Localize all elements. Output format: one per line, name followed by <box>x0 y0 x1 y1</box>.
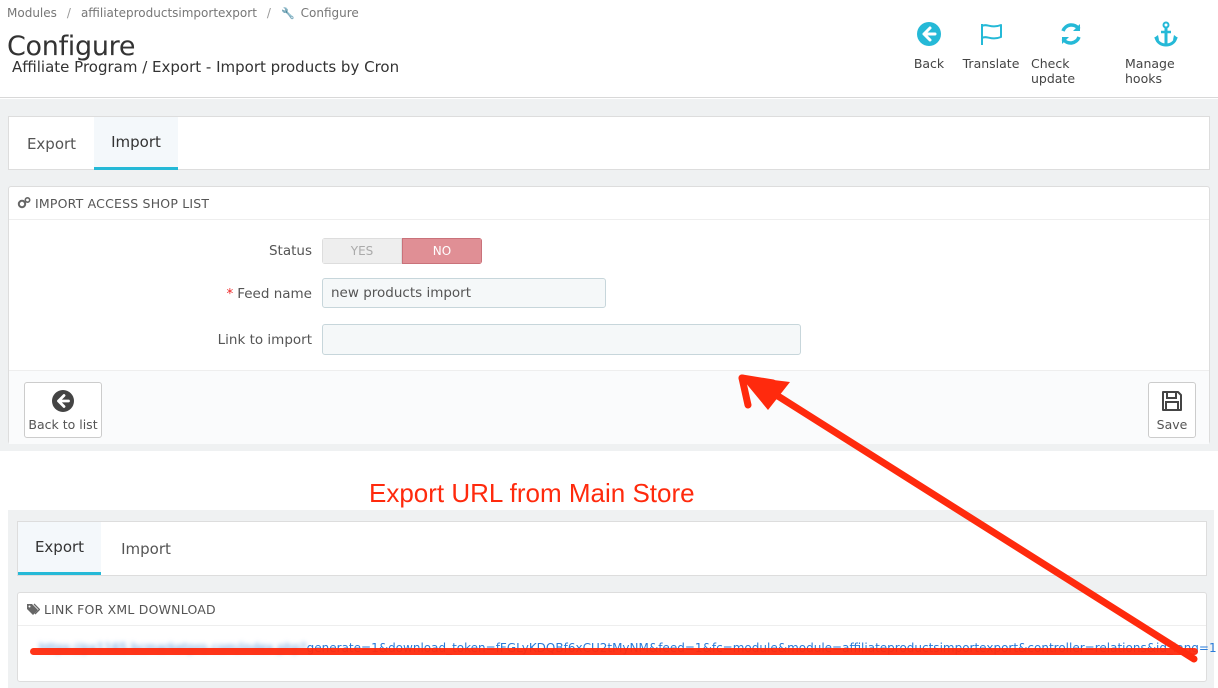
breadcrumb-modules[interactable]: Modules <box>7 6 57 20</box>
tab-export[interactable]: Export <box>18 522 101 575</box>
tabs-bottom: Export Import <box>17 521 1207 576</box>
breadcrumb-separator: / <box>66 6 71 20</box>
check-update-button[interactable]: Check update <box>1024 20 1118 86</box>
refresh-icon <box>1061 23 1081 45</box>
page-header: Modules / affiliateproductsimportexport … <box>0 0 1218 98</box>
check-update-label: Check update <box>1031 56 1076 86</box>
manage-hooks-label: Manage hooks <box>1125 56 1175 86</box>
save-label: Save <box>1156 416 1188 432</box>
panel-heading: IMPORT ACCESS SHOP LIST <box>9 187 1209 220</box>
save-button[interactable]: Save <box>1148 382 1196 438</box>
back-to-list-label: Back to list <box>28 416 98 432</box>
annotation-underline <box>30 648 1198 655</box>
panel-heading-text: LINK FOR XML DOWNLOAD <box>44 601 216 617</box>
cogs-icon <box>17 196 31 209</box>
breadcrumb-module-name[interactable]: affiliateproductsimportexport <box>81 6 257 20</box>
status-label: Status <box>268 243 312 259</box>
arrow-left-circle-icon <box>917 22 941 46</box>
annotation-text: Export URL from Main Store <box>369 478 695 508</box>
xml-download-panel: LINK FOR XML DOWNLOAD https://px1165.bcm… <box>17 592 1217 682</box>
status-yes-option[interactable]: YES <box>322 238 402 264</box>
status-toggle[interactable]: YES NO <box>322 238 482 264</box>
arrow-left-circle-icon <box>52 389 74 412</box>
feed-name-label-text: Feed name <box>237 286 312 302</box>
anchor-icon <box>1154 21 1178 47</box>
translate-label: Translate <box>962 56 1020 71</box>
flag-icon <box>981 24 1002 45</box>
floppy-disk-icon <box>1162 390 1182 411</box>
tab-import[interactable]: Import <box>94 117 178 170</box>
status-no-option[interactable]: NO <box>402 238 482 264</box>
link-to-import-label: Link to import <box>217 332 312 348</box>
panel-heading: LINK FOR XML DOWNLOAD <box>18 593 1206 626</box>
tab-export[interactable]: Export <box>9 117 94 170</box>
breadcrumb-separator: / <box>266 6 271 20</box>
back-button[interactable]: Back <box>900 20 958 86</box>
link-to-import-input[interactable] <box>322 324 801 355</box>
panel-footer: Back to list Save <box>9 370 1209 444</box>
toolbar: Back Translate Check update Manage hooks <box>900 20 1214 86</box>
manage-hooks-button[interactable]: Manage hooks <box>1118 20 1214 86</box>
wrench-icon: 🔧 <box>280 6 295 20</box>
panel-heading-text: IMPORT ACCESS SHOP LIST <box>35 195 210 211</box>
feed-name-input[interactable]: new products import <box>322 278 606 308</box>
tags-icon <box>27 603 40 615</box>
tabs-top: Export Import <box>8 116 1210 170</box>
feed-name-label: * Feed name <box>189 286 312 302</box>
required-marker: * <box>226 286 234 302</box>
translate-button[interactable]: Translate <box>958 20 1024 86</box>
back-to-list-button[interactable]: Back to list <box>24 382 102 438</box>
tab-import[interactable]: Import <box>101 522 191 575</box>
back-label: Back <box>913 56 945 71</box>
breadcrumb: Modules / affiliateproductsimportexport … <box>7 6 359 20</box>
breadcrumb-configure: Configure <box>300 6 359 20</box>
page-subtitle: Affiliate Program / Export - Import prod… <box>12 58 400 76</box>
import-access-panel: IMPORT ACCESS SHOP LIST Status YES NO * F… <box>8 186 1210 444</box>
